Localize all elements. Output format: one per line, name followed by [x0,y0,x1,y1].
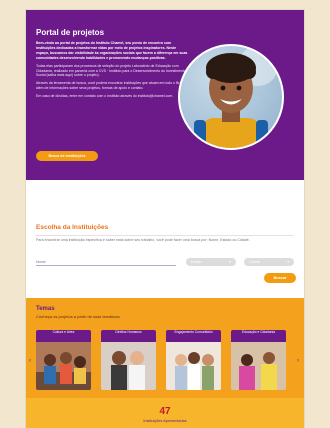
theme-card-label: Educação e Cidadania [231,330,286,342]
institutions-count: 47 [159,406,171,417]
themes-subtitle: Conheça os projetos a partir de suas tem… [36,314,120,319]
theme-card-image [166,342,221,390]
theme-card-education[interactable]: Educação e Cidadania [231,330,286,390]
search-institutions-button[interactable]: Busca de instituições [36,151,98,161]
search-button[interactable]: Buscar [264,273,296,283]
search-title: Escolha da Instituições [36,224,109,231]
theme-card-culture[interactable]: Cultura e Artes [36,330,91,390]
city-select-label: Cidade [249,260,260,264]
theme-card-label: Direitos Humanos [101,330,156,342]
hero-paragraph: Em caso de dúvidas, entre em contato com… [36,94,174,99]
hero-paragraph: Todas elas participaram dos processos de… [36,63,186,78]
theme-card-community[interactable]: Engajamento Comunitário [166,330,221,390]
hero-paragraph: Através da ferramenta de busca, você pod… [36,81,186,91]
stats-section: 47 Instituições Apresentadas [26,398,304,428]
page-title: Portal de projetos [36,28,105,37]
theme-card-image [231,342,286,390]
institutions-count-label: Instituições Apresentadas [143,419,187,423]
hero-text: Portal de projetos Bem-vindo ao portal d… [36,28,188,102]
themes-title: Temas [36,306,55,312]
theme-card-image [36,342,91,390]
chevron-down-icon: ▾ [229,260,231,264]
hero-photo [178,44,284,150]
state-select[interactable]: Estado ▾ [186,258,236,266]
hero-intro: Bem-vindo ao portal de projetos do Insti… [36,41,188,60]
theme-card-label: Cultura e Artes [36,330,91,342]
divider [36,235,294,236]
theme-card-image [101,342,156,390]
themes-section: Temas Conheça os projetos a partir de su… [26,298,304,398]
city-select[interactable]: Cidade ▾ [244,258,294,266]
chevron-down-icon: ▾ [287,260,289,264]
search-hint: Para encontrar uma instituição específic… [36,238,250,242]
page: Portal de projetos Bem-vindo ao portal d… [26,10,304,428]
chevron-right-icon[interactable]: › [297,358,299,364]
institution-search-section: Escolha da Instituições Para encontrar u… [26,180,304,298]
state-select-label: Estado [191,260,202,264]
hero-section: Portal de projetos Bem-vindo ao portal d… [26,10,304,180]
theme-card-human-rights[interactable]: Direitos Humanos [101,330,156,390]
theme-card-label: Engajamento Comunitário [166,330,221,342]
name-input[interactable] [36,258,176,266]
chevron-left-icon[interactable]: ‹ [29,358,31,364]
